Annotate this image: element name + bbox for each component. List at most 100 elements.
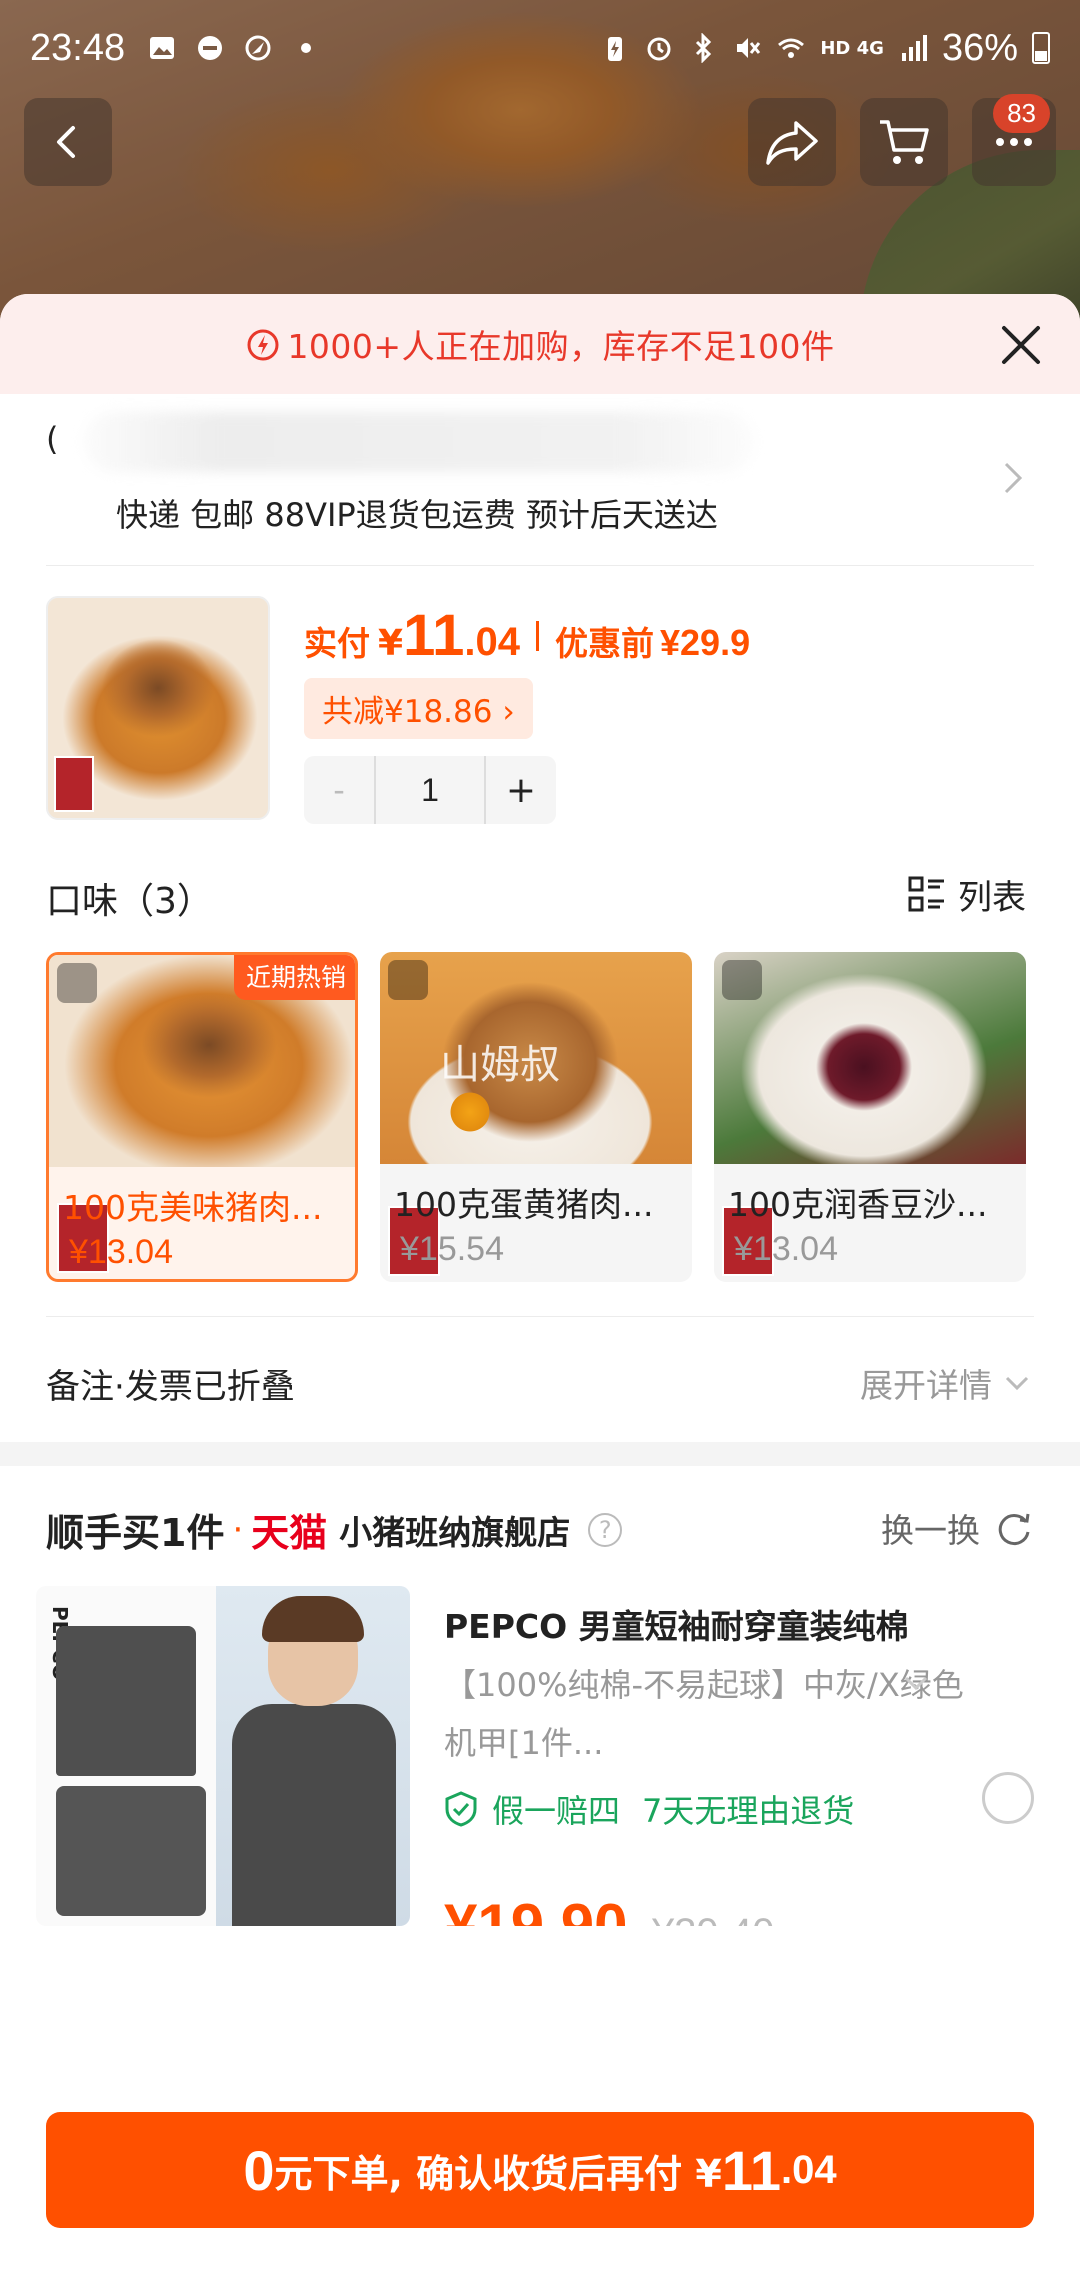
remarks-row[interactable]: 备注·发票已折叠 展开详情 [46,1316,1034,1442]
status-time: 23:48 [30,26,126,69]
back-button[interactable] [24,98,112,186]
cta-lead: 0 [243,2138,275,2202]
increase-button[interactable]: + [486,756,556,824]
guarantee-row: 假一赔四 7天无理由退货 [444,1786,854,1832]
address-row[interactable]: ( 快递 包邮 88VIP退货包运费 预计后天送达 [46,394,1034,566]
help-icon[interactable]: ? [588,1512,623,1547]
flavor-title: 口味（3） [46,881,213,922]
status-right: HD 4G 36% [600,27,1050,70]
list-toggle-label: 列表 [958,878,1026,918]
addon-header: 顺手买1件 · 天猫 小猪班纳旗舰店 ? 换一换 [46,1466,1034,1586]
dnd-icon [198,36,223,60]
decrease-button[interactable]: - [304,756,374,824]
guarantee-fake: 假一赔四 [492,1792,621,1830]
flavor-card-pork[interactable]: 近期热销 100克美味猪肉... ¥13.04 [46,952,358,1282]
submit-order-button[interactable]: 0 元下单, 确认收货后再付 ¥ 11 .04 [46,2112,1034,2228]
stock-alert-bar: 1000+人正在加购，库存不足100件 [0,294,1080,394]
flavor-name: 100克美味猪肉... [63,1188,323,1227]
more-button[interactable]: 83 [972,94,1056,186]
cta-amount-int: 11 [721,2138,782,2202]
image-watermark: 山姆叔 [440,1042,560,1088]
flavor-price: ¥15.54 [400,1230,504,1268]
price-divider [536,620,539,651]
addon-select-radio[interactable] [982,1772,1034,1824]
expand-details-label: 展开详情 [860,1366,992,1405]
tshirt-image [56,1786,206,1916]
address-paren: ( [46,420,59,458]
cart-badge: 83 [993,94,1050,133]
more-icon [996,138,1032,146]
addon-old-price: ¥39.40 [652,1911,774,1926]
currency-symbol: ¥ [378,623,404,664]
addon-item[interactable]: PEPCO PEPCO 男童短袖耐穿童装纯棉 【100%纯棉-不易起球】中灰/X… [36,1586,1034,1966]
flavor-card-egg-yolk[interactable]: 山姆叔 100克蛋黄猪肉... ¥15.54 [380,952,692,1282]
flavor-header: 口味（3） 列表 [46,846,1034,946]
chevron-down-icon [1005,1376,1029,1391]
addon-heading: 顺手买1件 [46,1511,225,1555]
price-decimal: .04 [464,620,520,664]
addon-title: 顺手买1件 · 天猫 小猪班纳旗舰店 ? [46,1502,623,1557]
product-summary: 实付 ¥ 11 .04 优惠前 ¥29.9 共减¥18.86 › - 1 + [46,566,1034,846]
addon-dot: · [232,1509,244,1550]
list-icon [908,876,944,911]
expand-details[interactable]: 展开详情 [860,1359,1030,1407]
back-icon [57,126,75,158]
package-image [54,756,94,812]
share-button[interactable] [748,98,836,186]
cart-icon [880,120,929,164]
refresh-icon [998,1513,1030,1546]
quantity-value[interactable]: 1 [376,756,484,824]
expand-icon[interactable] [388,960,428,1000]
dot-icon [301,43,312,53]
cta-amount-dec: .04 [781,2147,837,2192]
pay-label: 实付 [304,624,370,663]
product-thumbnail[interactable] [46,596,270,820]
original-price: ¥29.9 [660,622,751,663]
flavor-card-bean-paste[interactable]: 100克润香豆沙... ¥13.04 [714,952,1026,1282]
guarantee-return: 7天无理由退货 [642,1792,855,1830]
remarks-label: 备注·发票已折叠 [46,1367,295,1407]
hot-sale-badge: 近期热销 [233,955,355,1000]
swap-button[interactable]: 换一换 [881,1504,1034,1552]
bottom-bar: 0 元下单, 确认收货后再付 ¥ 11 .04 [0,2090,1080,2272]
battery-percent: 36% [941,26,1018,69]
mute-icon [737,38,761,58]
shield-check-icon [445,1791,477,1827]
original-price-label: 优惠前 [555,624,654,663]
chevron-right-icon [1004,462,1023,494]
delivery-info: 快递 包邮 88VIP退货包运费 预计后天送达 [116,496,718,534]
wifi-icon [778,38,805,58]
status-left-icons [147,33,321,63]
tmall-label: 天猫 [251,1511,328,1555]
location-icon [245,35,271,61]
addon-item-title: PEPCO 男童短袖耐穿童装纯棉 [444,1607,909,1646]
list-view-toggle[interactable]: 列表 [908,870,1026,919]
expand-icon[interactable] [722,960,762,1000]
alarm-icon [647,37,671,61]
address-redacted [84,412,754,472]
battery-icon [1032,32,1050,64]
addon-thumbnail[interactable]: PEPCO [36,1586,410,1926]
store-name[interactable]: 小猪班纳旗舰店 [339,1506,570,1554]
stock-alert-text: 1000+人正在加购，库存不足100件 [287,327,835,366]
flavor-name: 100克润香豆沙... [728,1185,988,1224]
status-bar: 23:48 HD 4G 36% [0,0,1080,96]
cart-button[interactable] [860,98,948,186]
discount-chip[interactable]: 共减¥18.86 › [304,678,533,739]
tshirt-image [56,1626,196,1776]
signal-icon [901,35,927,61]
expand-icon[interactable] [57,963,97,1003]
bluetooth-icon [696,33,712,63]
chevron-down-icon[interactable] [902,1674,930,1694]
addon-price: ¥19.90 [444,1892,628,1926]
quantity-stepper: - 1 + [304,756,556,824]
flavor-name: 100克蛋黄猪肉... [394,1185,654,1224]
flavor-price: ¥13.04 [734,1230,838,1268]
battery-saver-icon [608,37,623,61]
network-label: HD 4G [820,37,884,59]
close-icon[interactable] [998,322,1044,368]
flavor-price: ¥13.04 [69,1233,173,1271]
price-integer: 11 [403,603,465,668]
share-icon [766,121,818,165]
purchase-sheet: 1000+人正在加购，库存不足100件 ( 快递 包邮 88VIP退货包运费 预… [0,294,1080,2272]
